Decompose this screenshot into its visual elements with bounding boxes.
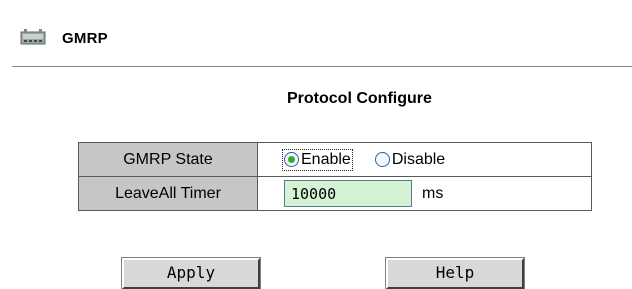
radio-unchecked-icon (374, 152, 390, 167)
help-button[interactable]: Help (386, 258, 524, 289)
gmrp-state-radio-group: Enable Disable (282, 143, 591, 176)
header-divider (12, 66, 632, 67)
section-title: Protocol Configure (287, 90, 432, 107)
page-header: GMRP (20, 26, 108, 50)
gmrp-page: GMRP Protocol Configure GMRP State Enabl… (0, 0, 632, 289)
disable-radio[interactable]: Disable (374, 150, 446, 169)
protocol-config-table: GMRP State Enable Disable LeaveAll Timer (78, 142, 592, 211)
leaveall-timer-input[interactable] (284, 180, 412, 207)
enable-radio[interactable]: Enable (282, 148, 353, 171)
radio-checked-icon (284, 152, 299, 167)
timer-unit-label: ms (422, 184, 444, 202)
table-row-leaveall-timer: LeaveAll Timer ms (78, 176, 592, 211)
disable-radio-label: Disable (391, 150, 446, 168)
enable-radio-label: Enable (301, 150, 351, 168)
leaveall-timer-value: ms (257, 176, 592, 211)
page-title: GMRP (62, 29, 108, 47)
gmrp-state-value: Enable Disable (257, 142, 592, 177)
gmrp-state-label: GMRP State (78, 142, 258, 177)
table-row-gmrp-state: GMRP State Enable Disable (78, 142, 592, 177)
gmrp-icon (20, 28, 48, 48)
apply-button[interactable]: Apply (122, 258, 260, 289)
leaveall-timer-label: LeaveAll Timer (78, 176, 258, 211)
